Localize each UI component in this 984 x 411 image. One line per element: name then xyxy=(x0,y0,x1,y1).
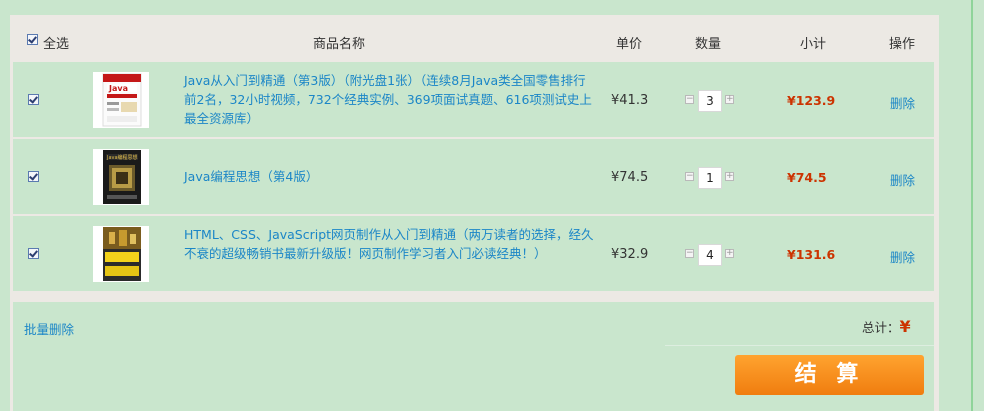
item-checkbox[interactable] xyxy=(28,248,39,259)
cart-header: 全选 商品名称 单价 数量 小计 操作 xyxy=(10,15,939,60)
delete-link[interactable]: 删除 xyxy=(890,93,915,112)
delete-link[interactable]: 删除 xyxy=(890,170,915,189)
decrease-button[interactable]: − xyxy=(685,95,694,104)
footer-divider xyxy=(665,345,934,346)
col-product-name: 商品名称 xyxy=(313,37,366,52)
quantity-stepper: − 4 + xyxy=(685,244,735,266)
checkout-button[interactable]: 结 算 xyxy=(735,355,924,395)
cart-item-row: HTML、CSS、JavaScript网页制作从入门到精通（两万读者的选择，经久… xyxy=(13,216,934,291)
quantity-input[interactable]: 3 xyxy=(698,90,722,112)
page-right-border xyxy=(971,0,973,411)
select-all-checkbox[interactable] xyxy=(27,34,38,45)
decrease-button[interactable]: − xyxy=(685,172,694,181)
quantity-stepper: − 3 + xyxy=(685,90,735,112)
item-subtotal: ¥131.6 xyxy=(787,247,836,262)
item-subtotal: ¥123.9 xyxy=(787,93,836,108)
cart-footer: 批量删除 总计：¥ 结 算 xyxy=(13,302,934,411)
product-name-link[interactable]: HTML、CSS、JavaScript网页制作从入门到精通（两万读者的选择，经久… xyxy=(184,225,594,263)
quantity-stepper: − 1 + xyxy=(685,167,735,189)
item-checkbox[interactable] xyxy=(28,171,39,182)
col-unit-price: 单价 xyxy=(616,37,643,52)
batch-delete-link[interactable]: 批量删除 xyxy=(24,319,74,338)
delete-link[interactable]: 删除 xyxy=(890,247,915,266)
product-thumbnail[interactable]: Java xyxy=(93,72,149,128)
increase-button[interactable]: + xyxy=(725,172,734,181)
svg-text:Java编程思想: Java编程思想 xyxy=(106,154,138,161)
total-label: 总计： xyxy=(862,320,900,335)
unit-price: ¥41.3 xyxy=(611,93,649,108)
total-summary: 总计：¥ xyxy=(862,317,911,336)
unit-price: ¥32.9 xyxy=(611,247,649,262)
decrease-button[interactable]: − xyxy=(685,249,694,258)
select-all-label[interactable]: 全选 xyxy=(43,33,69,52)
svg-text:Java: Java xyxy=(108,84,128,93)
col-actions: 操作 xyxy=(889,37,916,52)
product-name-link[interactable]: Java从入门到精通（第3版）（附光盘1张）（连续8月Java类全国零售排行前2… xyxy=(184,71,594,128)
col-subtotal: 小计 xyxy=(800,37,827,52)
product-name-link[interactable]: Java编程思想（第4版） xyxy=(184,167,594,186)
cart-item-row: Java Java从入门到精通（第3版）（附光盘1张）（连续8月Java类全国零… xyxy=(13,62,934,137)
unit-price: ¥74.5 xyxy=(611,170,649,185)
product-thumbnail[interactable] xyxy=(93,226,149,282)
cart-item-row: Java编程思想 Java编程思想（第4版） ¥74.5 − 1 + ¥74.5… xyxy=(13,139,934,214)
increase-button[interactable]: + xyxy=(725,95,734,104)
shopping-cart: 全选 商品名称 单价 数量 小计 操作 Java Java从入门到精通（第3版）… xyxy=(10,15,939,411)
total-amount: ¥ xyxy=(899,317,911,336)
increase-button[interactable]: + xyxy=(725,249,734,258)
quantity-input[interactable]: 1 xyxy=(698,167,722,189)
col-quantity: 数量 xyxy=(695,37,722,52)
product-thumbnail[interactable]: Java编程思想 xyxy=(93,149,149,205)
item-subtotal: ¥74.5 xyxy=(787,170,827,185)
quantity-input[interactable]: 4 xyxy=(698,244,722,266)
item-checkbox[interactable] xyxy=(28,94,39,105)
